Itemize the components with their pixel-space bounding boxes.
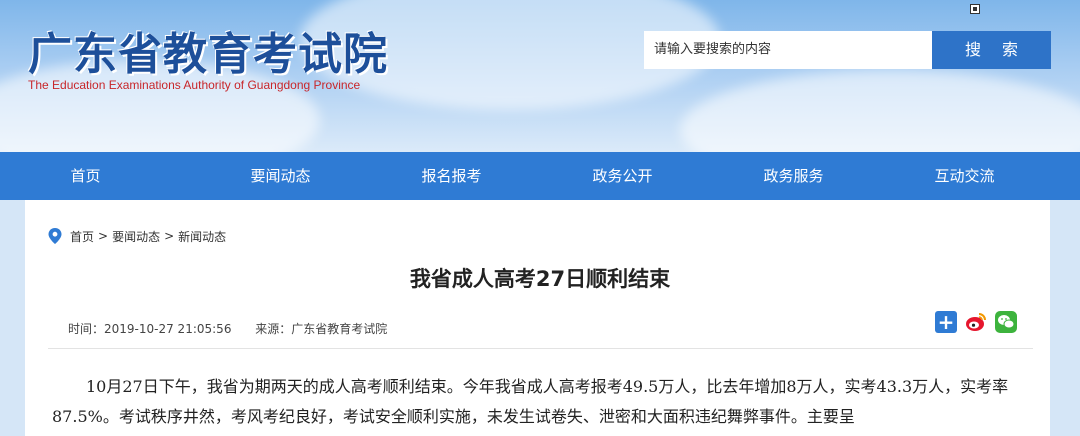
nav-item-news[interactable]: 要闻动态 <box>195 152 366 200</box>
site-logo-title[interactable]: 广东省教育考试院 <box>28 18 388 82</box>
breadcrumb-separator: > <box>98 229 109 243</box>
site-logo-subtitle: The Education Examinations Authority of … <box>28 78 361 92</box>
nav-item-home[interactable]: 首页 <box>0 152 195 200</box>
main-nav: 首页 要闻动态 报名报考 政务公开 政务服务 互动交流 <box>0 152 1080 200</box>
article-meta: 时间：2019-10-27 21:05:56 来源：广东省教育考试院 <box>68 320 407 337</box>
plus-share-icon[interactable]: + <box>935 311 957 333</box>
search-input[interactable]: 请输入要搜索的内容 <box>644 31 932 69</box>
breadcrumb-current[interactable]: 新闻动态 <box>178 228 226 245</box>
article-body: 10月27日下午，我省为期两天的成人高考顺利结束。今年我省成人高考报考49.5万… <box>52 377 1009 426</box>
nav-item-registration[interactable]: 报名报考 <box>366 152 537 200</box>
share-bar: + <box>935 311 1017 333</box>
nav-item-public-affairs[interactable]: 政务公开 <box>537 152 708 200</box>
meta-divider <box>48 348 1033 349</box>
location-pin-icon <box>48 228 62 244</box>
header-banner: 广东省教育考试院 The Education Examinations Auth… <box>0 0 1080 152</box>
article-time: 时间：2019-10-27 21:05:56 <box>68 322 232 336</box>
wechat-icon[interactable] <box>995 311 1017 333</box>
breadcrumb-news[interactable]: 要闻动态 <box>112 228 160 245</box>
cloud-decoration <box>680 70 1080 152</box>
nav-item-interaction[interactable]: 互动交流 <box>879 152 1050 200</box>
article-title: 我省成人高考27日顺利结束 <box>409 267 671 291</box>
weibo-icon[interactable] <box>965 311 987 333</box>
small-window-icon[interactable] <box>970 4 980 14</box>
breadcrumb-home[interactable]: 首页 <box>70 228 94 245</box>
nav-item-services[interactable]: 政务服务 <box>708 152 879 200</box>
article-source: 来源：广东省教育考试院 <box>255 322 388 336</box>
search-button[interactable]: 搜 索 <box>932 31 1051 69</box>
breadcrumb: 首页 > 要闻动态 > 新闻动态 <box>48 228 226 244</box>
breadcrumb-separator: > <box>164 229 175 243</box>
